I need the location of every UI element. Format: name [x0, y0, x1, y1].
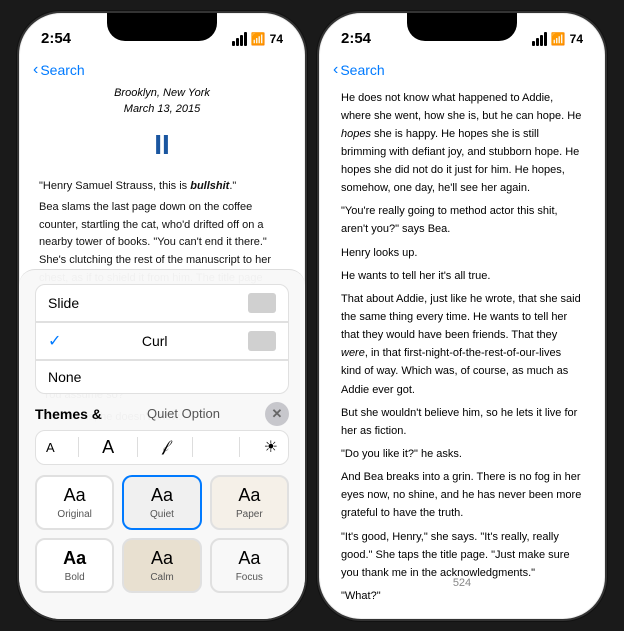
- phones-container: 2:54 📶 74 ‹ Search Brooklyn,: [17, 11, 607, 621]
- theme-original-label: Original: [57, 509, 91, 520]
- theme-quiet-label: Quiet: [150, 509, 174, 520]
- para-8: And Bea breaks into a grin. There is no …: [341, 468, 583, 522]
- para-2: "You're really going to method actor thi…: [341, 202, 583, 238]
- battery-left: 74: [270, 32, 283, 46]
- option-none-label: None: [48, 369, 81, 385]
- font-size-small-label[interactable]: A: [46, 440, 55, 455]
- chevron-left-icon-right: ‹: [333, 61, 338, 79]
- battery-right: 74: [570, 32, 583, 46]
- book-header: Brooklyn, New YorkMarch 13, 2015 II: [39, 85, 285, 168]
- theme-quiet[interactable]: Aa Quiet: [122, 475, 201, 530]
- theme-original[interactable]: Aa Original: [35, 475, 114, 530]
- nav-bar-right[interactable]: ‹ Search: [319, 57, 605, 85]
- separator-2: [137, 437, 138, 457]
- back-button-left[interactable]: ‹ Search: [33, 61, 85, 79]
- option-slide-label: Slide: [48, 295, 79, 311]
- font-type-icon[interactable]: 𝒻: [162, 438, 169, 456]
- para-7: "Do you like it?" he asks.: [341, 445, 583, 463]
- status-bar-right: 2:54 📶 74: [319, 13, 605, 57]
- theme-quiet-preview: Aa: [151, 485, 173, 506]
- close-button[interactable]: ✕: [265, 402, 289, 426]
- theme-calm-preview: Aa: [151, 548, 173, 569]
- para-3: Henry looks up.: [341, 244, 583, 262]
- status-icons-right: 📶 74: [532, 32, 583, 46]
- status-icons-left: 📶 74: [232, 32, 283, 46]
- theme-focus-label: Focus: [236, 572, 263, 583]
- brightness-icon[interactable]: ☀: [264, 437, 278, 457]
- separator-1: [78, 437, 79, 457]
- font-size-large-label[interactable]: A: [102, 437, 114, 458]
- theme-bold[interactable]: Aa Bold: [35, 538, 114, 593]
- slide-icon: [248, 293, 276, 313]
- theme-calm-label: Calm: [150, 572, 173, 583]
- back-label-left: Search: [40, 62, 84, 78]
- back-button-right[interactable]: ‹ Search: [333, 61, 385, 79]
- transition-options: Slide ✓ Curl None: [35, 284, 289, 394]
- theme-focus[interactable]: Aa Focus: [210, 538, 289, 593]
- right-phone: 2:54 📶 74 ‹ Search He does not know what…: [317, 11, 607, 621]
- para-9: "It's good, Henry," she says. "It's real…: [341, 528, 583, 582]
- theme-paper[interactable]: Aa Paper: [210, 475, 289, 530]
- status-bar-left: 2:54 📶 74: [19, 13, 305, 57]
- font-controls: A A 𝒻 𝕇 ☀: [35, 430, 289, 465]
- option-curl-label: Curl: [142, 333, 168, 349]
- themes-header: Themes & Quiet Option ✕: [35, 402, 289, 426]
- theme-bold-preview: Aa: [63, 548, 86, 569]
- para-6: But she wouldn't believe him, so he lets…: [341, 404, 583, 440]
- separator-4: [239, 437, 240, 457]
- option-curl[interactable]: ✓ Curl: [35, 322, 289, 360]
- left-phone: 2:54 📶 74 ‹ Search Brooklyn,: [17, 11, 307, 621]
- para-4: He wants to tell her it's all true.: [341, 267, 583, 285]
- theme-bold-label: Bold: [65, 572, 85, 583]
- para-1: He does not know what happened to Addie,…: [341, 89, 583, 198]
- separator-3: [192, 437, 193, 457]
- book-location: Brooklyn, New YorkMarch 13, 2015: [39, 85, 285, 118]
- chevron-left-icon: ‹: [33, 61, 38, 79]
- theme-focus-preview: Aa: [238, 548, 260, 569]
- theme-original-preview: Aa: [64, 485, 86, 506]
- para-10: "What?": [341, 587, 583, 604]
- option-none[interactable]: None: [35, 360, 289, 394]
- reading-area-right: He does not know what happened to Addie,…: [319, 85, 605, 605]
- signal-icon: [232, 32, 247, 46]
- option-slide[interactable]: Slide: [35, 284, 289, 322]
- overlay-panel: Slide ✓ Curl None Themes & Quiet Option …: [19, 269, 305, 619]
- signal-icon-right: [532, 32, 547, 46]
- theme-grid: Aa Original Aa Quiet Aa Paper Aa Bold Aa: [35, 475, 289, 593]
- quiet-option-label: Quiet Option: [147, 406, 220, 421]
- theme-calm[interactable]: Aa Calm: [122, 538, 201, 593]
- wifi-icon: 📶: [251, 32, 266, 46]
- nav-bar-left[interactable]: ‹ Search: [19, 57, 305, 85]
- theme-paper-preview: Aa: [238, 485, 260, 506]
- time-right: 2:54: [341, 30, 371, 47]
- themes-title: Themes &: [35, 406, 102, 422]
- check-icon: ✓: [48, 331, 61, 351]
- curl-icon: [248, 331, 276, 351]
- para-5: That about Addie, just like he wrote, th…: [341, 290, 583, 399]
- theme-paper-label: Paper: [236, 509, 263, 520]
- page-number: 524: [319, 577, 605, 589]
- back-label-right: Search: [340, 62, 384, 78]
- wifi-icon-right: 📶: [551, 32, 566, 46]
- time-left: 2:54: [41, 30, 71, 47]
- chapter-number: II: [39, 122, 285, 168]
